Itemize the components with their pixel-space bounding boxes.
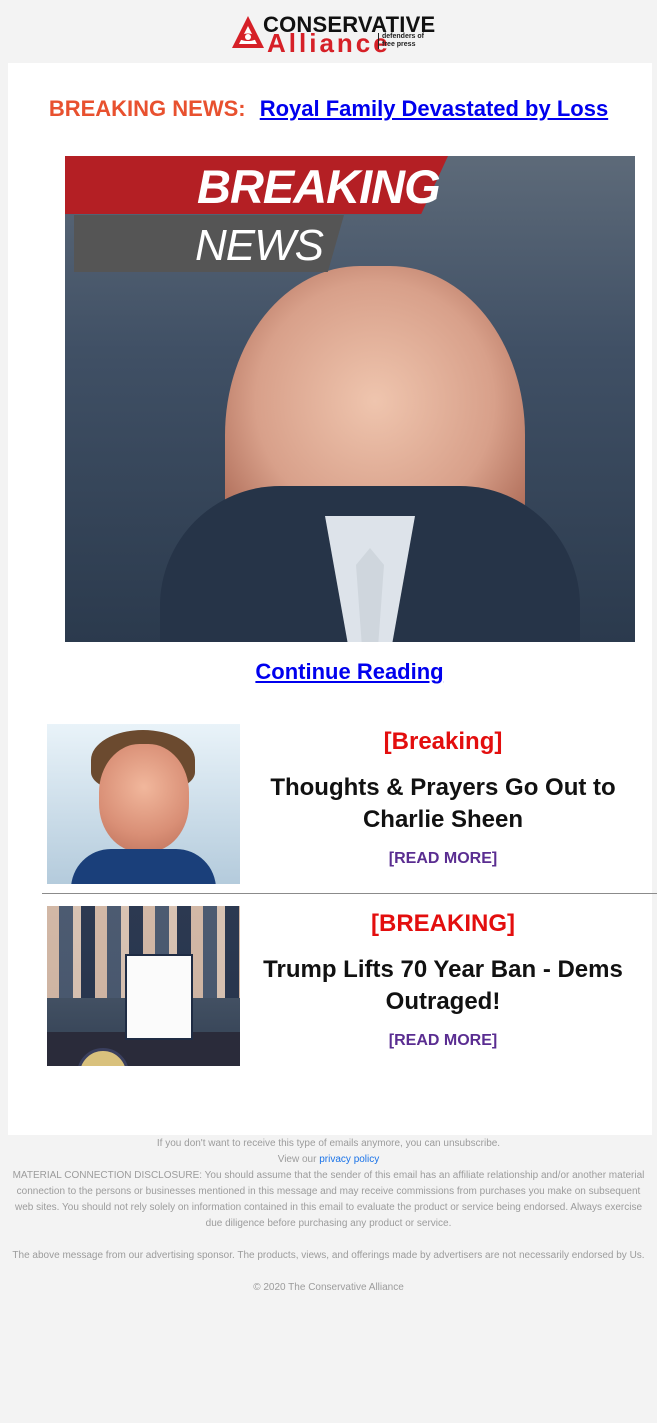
privacy-line: View our privacy policy [0, 1152, 657, 1168]
thumbnail-shirt [71, 849, 216, 884]
story-thumbnail[interactable] [47, 724, 240, 884]
story-divider [42, 893, 657, 894]
privacy-prefix: View our [277, 1154, 317, 1165]
read-more-link[interactable]: [READ MORE] [247, 850, 639, 868]
breaking-banner-text: BREAKING [197, 160, 441, 213]
read-more-link[interactable]: [READ MORE] [247, 1032, 639, 1050]
story-text: [Breaking] Thoughts & Prayers Go Out to … [247, 724, 639, 868]
logo-mark-icon [232, 16, 264, 48]
material-disclosure: MATERIAL CONNECTION DISCLOSURE: You shou… [12, 1170, 645, 1229]
headline-link[interactable]: Royal Family Devastated by Loss [260, 96, 608, 121]
story-tag: [Breaking] [383, 728, 503, 755]
continue-reading-link[interactable]: Continue Reading [0, 659, 657, 685]
email-header: CONSERVATIVE Alliance defenders of free … [0, 0, 657, 63]
logo-text-bottom: Alliance [267, 28, 391, 58]
unsubscribe-text[interactable]: If you don't want to receive this type o… [0, 1136, 657, 1152]
thumbnail-face [99, 744, 189, 852]
story-text: [BREAKING] Trump Lifts 70 Year Ban - Dem… [247, 906, 639, 1050]
copyright-text: © 2020 The Conservative Alliance [253, 1282, 404, 1293]
story-card: [Breaking] Thoughts & Prayers Go Out to … [47, 724, 657, 884]
privacy-policy-link[interactable]: privacy policy [319, 1154, 379, 1165]
breaking-news-label: BREAKING NEWS: [48, 96, 246, 121]
footer-spacer [0, 1264, 657, 1280]
story-card: [BREAKING] Trump Lifts 70 Year Ban - Dem… [47, 906, 657, 1066]
conservative-alliance-logo[interactable]: CONSERVATIVE Alliance defenders of free … [230, 12, 435, 58]
story-tag: [BREAKING] [371, 910, 515, 937]
story-thumbnail[interactable] [47, 906, 240, 1066]
hero-image[interactable]: BREAKING NEWS [65, 156, 635, 642]
story-title[interactable]: Thoughts & Prayers Go Out to Charlie She… [247, 772, 639, 836]
news-banner-text: NEWS [195, 221, 324, 270]
story-title[interactable]: Trump Lifts 70 Year Ban - Dems Outraged! [247, 954, 639, 1018]
breaking-headline: BREAKING NEWS: Royal Family Devastated b… [0, 96, 657, 122]
sponsor-disclaimer: The above message from our advertising s… [12, 1250, 645, 1261]
logo-tagline-line-1: defenders of [382, 33, 425, 40]
logo-tagline-line-2: free press [382, 41, 416, 48]
email-footer: If you don't want to receive this type o… [0, 1136, 657, 1296]
footer-spacer [0, 1232, 657, 1248]
logo-tagline: defenders of free press [378, 33, 438, 49]
thumbnail-document [125, 954, 193, 1040]
